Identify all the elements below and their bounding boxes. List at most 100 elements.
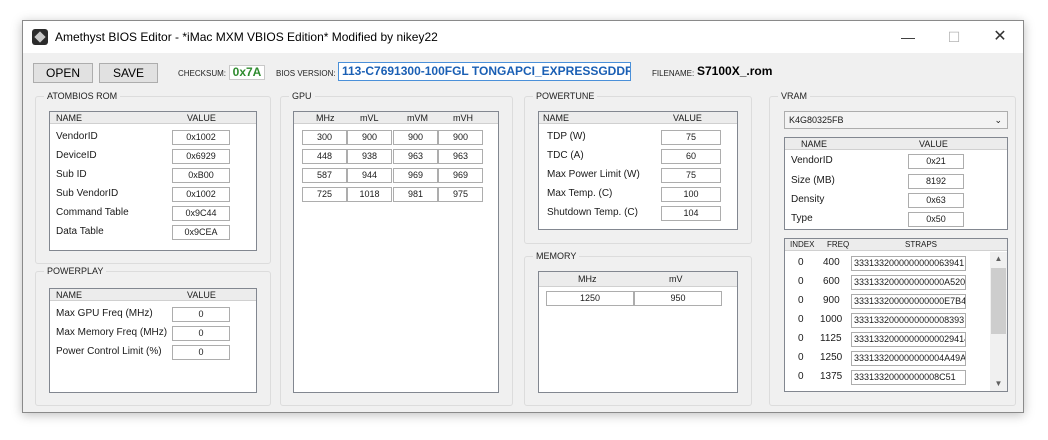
scrollbar-thumb[interactable] [991,268,1006,334]
row-value-field[interactable]: 0x1002 [172,187,230,202]
strap-value-field[interactable]: 333133200000000000A520 [851,275,966,290]
row-value-field[interactable]: 0 [172,307,230,322]
strap-freq: 1375 [820,371,843,382]
memory-mhz-cell[interactable]: 1250 [546,291,634,306]
atombios-col-name: NAME [56,113,83,123]
row-value-field[interactable]: 0x6929 [172,149,230,164]
row-name: Command Table [56,207,129,218]
gpu-mvl-cell[interactable]: 944 [347,168,392,183]
vram-info-row: Type 0x50 [785,210,1007,229]
filename-label: FILENAME: [652,69,695,78]
scroll-down-icon[interactable]: ▼ [990,377,1007,391]
row-value-field[interactable]: 104 [661,206,721,221]
row-value-field[interactable]: 0x1002 [172,130,230,145]
bios-version-field[interactable]: 113-C7691300-100FGL TONGAPCI_EXPRESSGDDR… [338,62,631,81]
checksum-value: 0x7A [229,65,265,80]
strap-value-field[interactable]: 33313320000000008C51 [851,370,966,385]
strap-value-field[interactable]: 3331332000000000008393 [851,313,966,328]
minimize-icon[interactable]: — [885,21,931,53]
gpu-row: 587 944 969 969 [294,166,498,185]
vram-module-select[interactable]: K4G80325FB ⌄ [784,111,1008,129]
gpu-mhz-cell[interactable]: 725 [302,187,347,202]
strap-value-field[interactable]: 333133200000000000E7B43 [851,294,966,309]
memory-col-mv: mV [669,274,683,284]
straps-row: 0 400 3331332000000000063941 [785,254,1007,273]
powerplay-row: Max Memory Freq (MHz) 0 [50,324,256,343]
straps-row: 0 1250 333133200000000004A49A [785,349,1007,368]
gpu-mvm-cell[interactable]: 963 [393,149,438,164]
gpu-mvh-cell[interactable]: 969 [438,168,483,183]
atombios-row: Sub VendorID 0x1002 [50,185,256,204]
powertune-row: TDP (W) 75 [539,128,737,147]
strap-index: 0 [798,295,804,306]
close-icon[interactable]: ✕ [977,21,1023,53]
row-value-field[interactable]: 8192 [908,174,964,189]
row-value-field[interactable]: 75 [661,130,721,145]
strap-index: 0 [798,314,804,325]
row-value-field[interactable]: 0x63 [908,193,964,208]
row-value-field[interactable]: 100 [661,187,721,202]
gpu-mvm-cell[interactable]: 981 [393,187,438,202]
strap-freq: 1000 [820,314,843,325]
row-name: Sub VendorID [56,188,119,199]
gpu-mvh-cell[interactable]: 900 [438,130,483,145]
memory-col-mhz: MHz [578,274,597,284]
memory-table: MHz mV 1250 950 [538,271,738,393]
strap-value-field[interactable]: 3331332000000000063941 [851,256,966,271]
row-value-field[interactable]: 0 [172,326,230,341]
atombios-row: Command Table 0x9C44 [50,204,256,223]
strap-freq: 900 [823,295,840,306]
atombios-header: NAME VALUE [50,112,256,124]
row-value-field[interactable]: 75 [661,168,721,183]
gpu-mvl-cell[interactable]: 900 [347,130,392,145]
strap-index: 0 [798,257,804,268]
row-value-field[interactable]: 0x9C44 [172,206,230,221]
save-button[interactable]: SAVE [99,63,158,83]
strap-index: 0 [798,333,804,344]
row-name: Density [791,194,825,205]
memory-mv-cell[interactable]: 950 [634,291,722,306]
vram-info-row: VendorID 0x21 [785,152,1007,171]
gpu-mvm-cell[interactable]: 969 [393,168,438,183]
powerplay-title: POWERPLAY [44,266,107,276]
strap-value-field[interactable]: 33313320000000000029414 [851,332,966,347]
gpu-mvl-cell[interactable]: 1018 [347,187,392,202]
powerplay-col-name: NAME [56,290,83,300]
straps-scrollbar[interactable]: ▲ ▼ [990,252,1007,391]
gpu-mhz-cell[interactable]: 587 [302,168,347,183]
row-value-field[interactable]: 0x9CEA [172,225,230,240]
atombios-row: VendorID 0x1002 [50,128,256,147]
atombios-row: Sub ID 0xB00 [50,166,256,185]
row-name: Max Temp. (C) [547,188,613,199]
maximize-icon[interactable]: ☐ [931,21,977,53]
gpu-mhz-cell[interactable]: 300 [302,130,347,145]
powertune-row: Shutdown Temp. (C) 104 [539,204,737,223]
gpu-mvl-cell[interactable]: 938 [347,149,392,164]
chevron-down-icon[interactable]: ⌄ [994,112,1002,128]
vram-info-header: NAME VALUE [785,138,1007,150]
gpu-mvm-cell[interactable]: 900 [393,130,438,145]
vram-info-row: Density 0x63 [785,191,1007,210]
row-value-field[interactable]: 0xB00 [172,168,230,183]
powertune-col-name: NAME [543,113,570,123]
straps-row: 0 900 333133200000000000E7B43 [785,292,1007,311]
straps-row: 0 1125 33313320000000000029414 [785,330,1007,349]
vram-title: VRAM [778,91,811,101]
powertune-col-value: VALUE [673,113,702,123]
gpu-mhz-cell[interactable]: 448 [302,149,347,164]
scroll-up-icon[interactable]: ▲ [990,252,1007,266]
checksum-label: CHECKSUM: [178,69,227,78]
open-button[interactable]: OPEN [33,63,93,83]
gpu-mvh-cell[interactable]: 963 [438,149,483,164]
memory-header: MHz mV [539,272,737,287]
powertune-title: POWERTUNE [533,91,598,101]
row-value-field[interactable]: 0x21 [908,154,964,169]
straps-header: INDEX FREQ STRAPS [785,239,1007,251]
row-value-field[interactable]: 0 [172,345,230,360]
row-value-field[interactable]: 60 [661,149,721,164]
strap-value-field[interactable]: 333133200000000004A49A [851,351,966,366]
gpu-mvh-cell[interactable]: 975 [438,187,483,202]
atombios-row: Data Table 0x9CEA [50,223,256,242]
atombios-table: NAME VALUE VendorID 0x1002 DeviceID 0x6929… [49,111,257,251]
row-value-field[interactable]: 0x50 [908,212,964,227]
